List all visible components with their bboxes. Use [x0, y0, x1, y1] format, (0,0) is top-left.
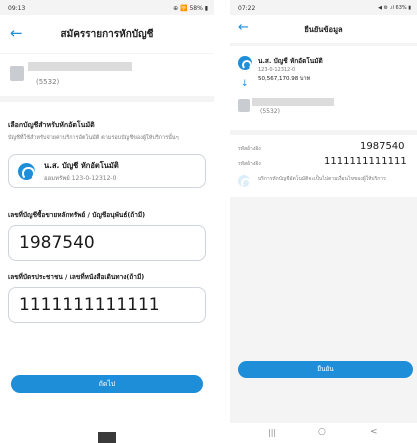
id-card-input[interactable]: 1111111111111 [8, 287, 206, 323]
reference-block: รหัสอ้างอิง 1987540 รหัสอ้างอิง 11111111… [230, 135, 417, 197]
biller-logo-icon [10, 66, 24, 81]
biller-account-number: (5532) [260, 108, 280, 115]
field2-label: เลขที่บัตรประชาชน / เลขที่หนังสือเดินทาง… [8, 273, 145, 281]
kbank-logo-icon [18, 163, 35, 180]
status-time: 07:22 [238, 5, 256, 12]
section-description: บัญชีที่ใช้สำหรับจ่ายค่าบริการอัตโนมัติ … [8, 135, 179, 141]
notice-text: บริการหักบัญชีอัตโนมัติจะเป็นไปตามเงื่อน… [258, 176, 386, 182]
from-account-name: น.ส. บัญชี หักอัตโนมัติ [258, 57, 323, 65]
left-phone-screen: 09:13 ⊕ 🛜 58% ▮ ← สมัครรายการหักบัญชี (5… [0, 0, 214, 443]
status-indicators: ⊕ 🛜 58% ▮ [173, 5, 208, 12]
confirm-button[interactable]: ยืนยัน [238, 361, 413, 378]
status-bar: 07:22 ◀ ⚙ .ıl 63% ▮ [230, 0, 417, 15]
from-account-number: 123-0-12312-0 [258, 67, 296, 73]
section-heading: เลือกบัญชีสำหรับหักอัตโนมัติ [8, 121, 95, 129]
biller-account-number: (5532) [36, 78, 60, 86]
ref1-label: รหัสอ้างอิง [238, 146, 261, 152]
id-card-value: 1111111111111 [19, 295, 160, 315]
biller-logo-icon [238, 99, 250, 112]
select-account-card[interactable]: น.ส. บัญชี หักอัตโนมัติ ออมทรัพย์ 123-0-… [8, 154, 206, 188]
kbank-logo-icon [238, 56, 253, 71]
next-button[interactable]: ถัดไป [11, 375, 203, 393]
biller-card: (5532) [0, 54, 214, 96]
page-title: ยืนยันข้อมูล [304, 25, 343, 34]
back-nav-icon[interactable]: < [370, 427, 378, 437]
securities-account-input[interactable]: 1987540 [8, 225, 206, 261]
account-type-number: ออมทรัพย์ 123-0-12312-0 [44, 175, 117, 182]
ref2-label: รหัสอ้างอิง [238, 161, 261, 167]
field1-label: เลขที่บัญชีซื้อขายหลักทรัพย์ / บัญชีอนุพ… [8, 211, 146, 219]
status-bar: 09:13 ⊕ 🛜 58% ▮ [0, 0, 214, 15]
transfer-summary: น.ส. บัญชี หักอัตโนมัติ 123-0-12312-0 50… [230, 46, 417, 130]
android-nav-bar: ||| ○ < [230, 423, 417, 443]
ref1-value: 1987540 [360, 141, 405, 152]
status-time: 09:13 [8, 5, 26, 12]
page-title: สมัครรายการหักบัญชี [60, 29, 154, 40]
biller-name-redacted [252, 98, 334, 106]
arrow-down-icon: ↓ [241, 79, 249, 89]
status-indicators: ◀ ⚙ .ıl 63% ▮ [378, 5, 411, 11]
home-indicator-icon [98, 432, 116, 443]
app-header: ← สมัครรายการหักบัญชี [0, 15, 214, 53]
info-icon [238, 175, 251, 188]
biller-name-redacted [28, 62, 132, 71]
securities-account-value: 1987540 [19, 233, 95, 253]
right-phone-screen: 07:22 ◀ ⚙ .ıl 63% ▮ ← ยืนยันข้อมูล น.ส. … [230, 0, 417, 443]
account-holder-name: น.ส. บัญชี หักอัตโนมัติ [44, 161, 119, 170]
home-icon[interactable]: ○ [318, 427, 326, 437]
recent-apps-icon[interactable]: ||| [268, 428, 276, 437]
app-header: ← ยืนยันข้อมูล [230, 15, 417, 43]
ref2-value: 1111111111111 [324, 156, 407, 167]
form-section: เลือกบัญชีสำหรับหักอัตโนมัติ บัญชีที่ใช้… [0, 102, 214, 443]
from-account-balance: 50,567,170.98 บาท [258, 76, 311, 82]
